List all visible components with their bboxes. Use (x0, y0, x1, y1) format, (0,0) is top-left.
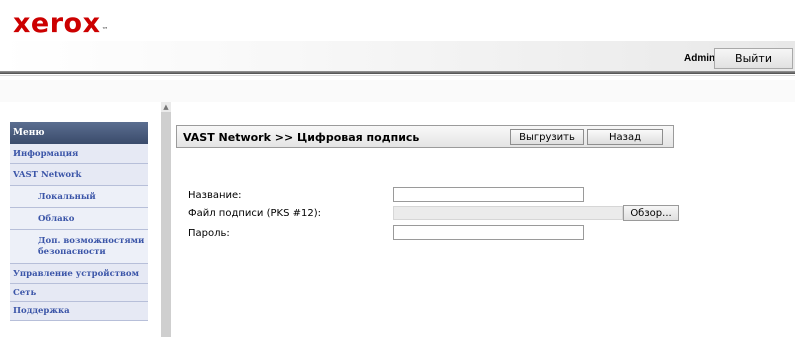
name-input[interactable] (393, 187, 584, 202)
upload-button[interactable]: Выгрузить (510, 129, 584, 145)
menu-title: Меню (10, 122, 148, 144)
xerox-logo: xerox™ (13, 8, 110, 40)
sidebar-menu: Меню Информация VAST Network Локальный О… (10, 122, 148, 321)
sidebar-item-info[interactable]: Информация (10, 144, 148, 164)
back-button[interactable]: Назад (587, 129, 663, 145)
logo-trademark: ™ (101, 26, 110, 34)
sidebar-item-device-management[interactable]: Управление устройством (10, 264, 148, 284)
logout-button[interactable]: Выйти (714, 48, 793, 69)
password-label: Пароль: (188, 228, 230, 239)
signature-file-label: Файл подписи (PKS #12): (188, 208, 321, 219)
sidebar-item-vast-network[interactable]: VAST Network (10, 164, 148, 186)
current-user: Admin (684, 53, 716, 64)
header-divider (0, 71, 795, 74)
logo-text: xerox (13, 8, 101, 39)
scroll-up-arrow-icon[interactable]: ▲ (161, 102, 171, 112)
browse-button[interactable]: Обзор... (623, 205, 679, 221)
name-label: Название: (188, 190, 242, 201)
header-band (0, 41, 795, 71)
top-spacer (0, 80, 795, 102)
sidebar-item-support[interactable]: Поддержка (10, 302, 148, 321)
sidebar-scrollbar[interactable] (161, 102, 171, 337)
header-divider-light (0, 75, 795, 76)
page-title: VAST Network >> Цифровая подпись (183, 131, 420, 144)
sidebar-item-local[interactable]: Локальный (10, 186, 148, 208)
content-header: VAST Network >> Цифровая подпись Выгрузи… (176, 125, 674, 148)
sidebar-item-network[interactable]: Сеть (10, 284, 148, 302)
password-input[interactable] (393, 225, 584, 240)
sidebar-item-security-features[interactable]: Доп. возможностями безопасности (10, 230, 148, 264)
sidebar-item-cloud[interactable]: Облако (10, 208, 148, 230)
signature-file-path[interactable] (393, 206, 623, 220)
